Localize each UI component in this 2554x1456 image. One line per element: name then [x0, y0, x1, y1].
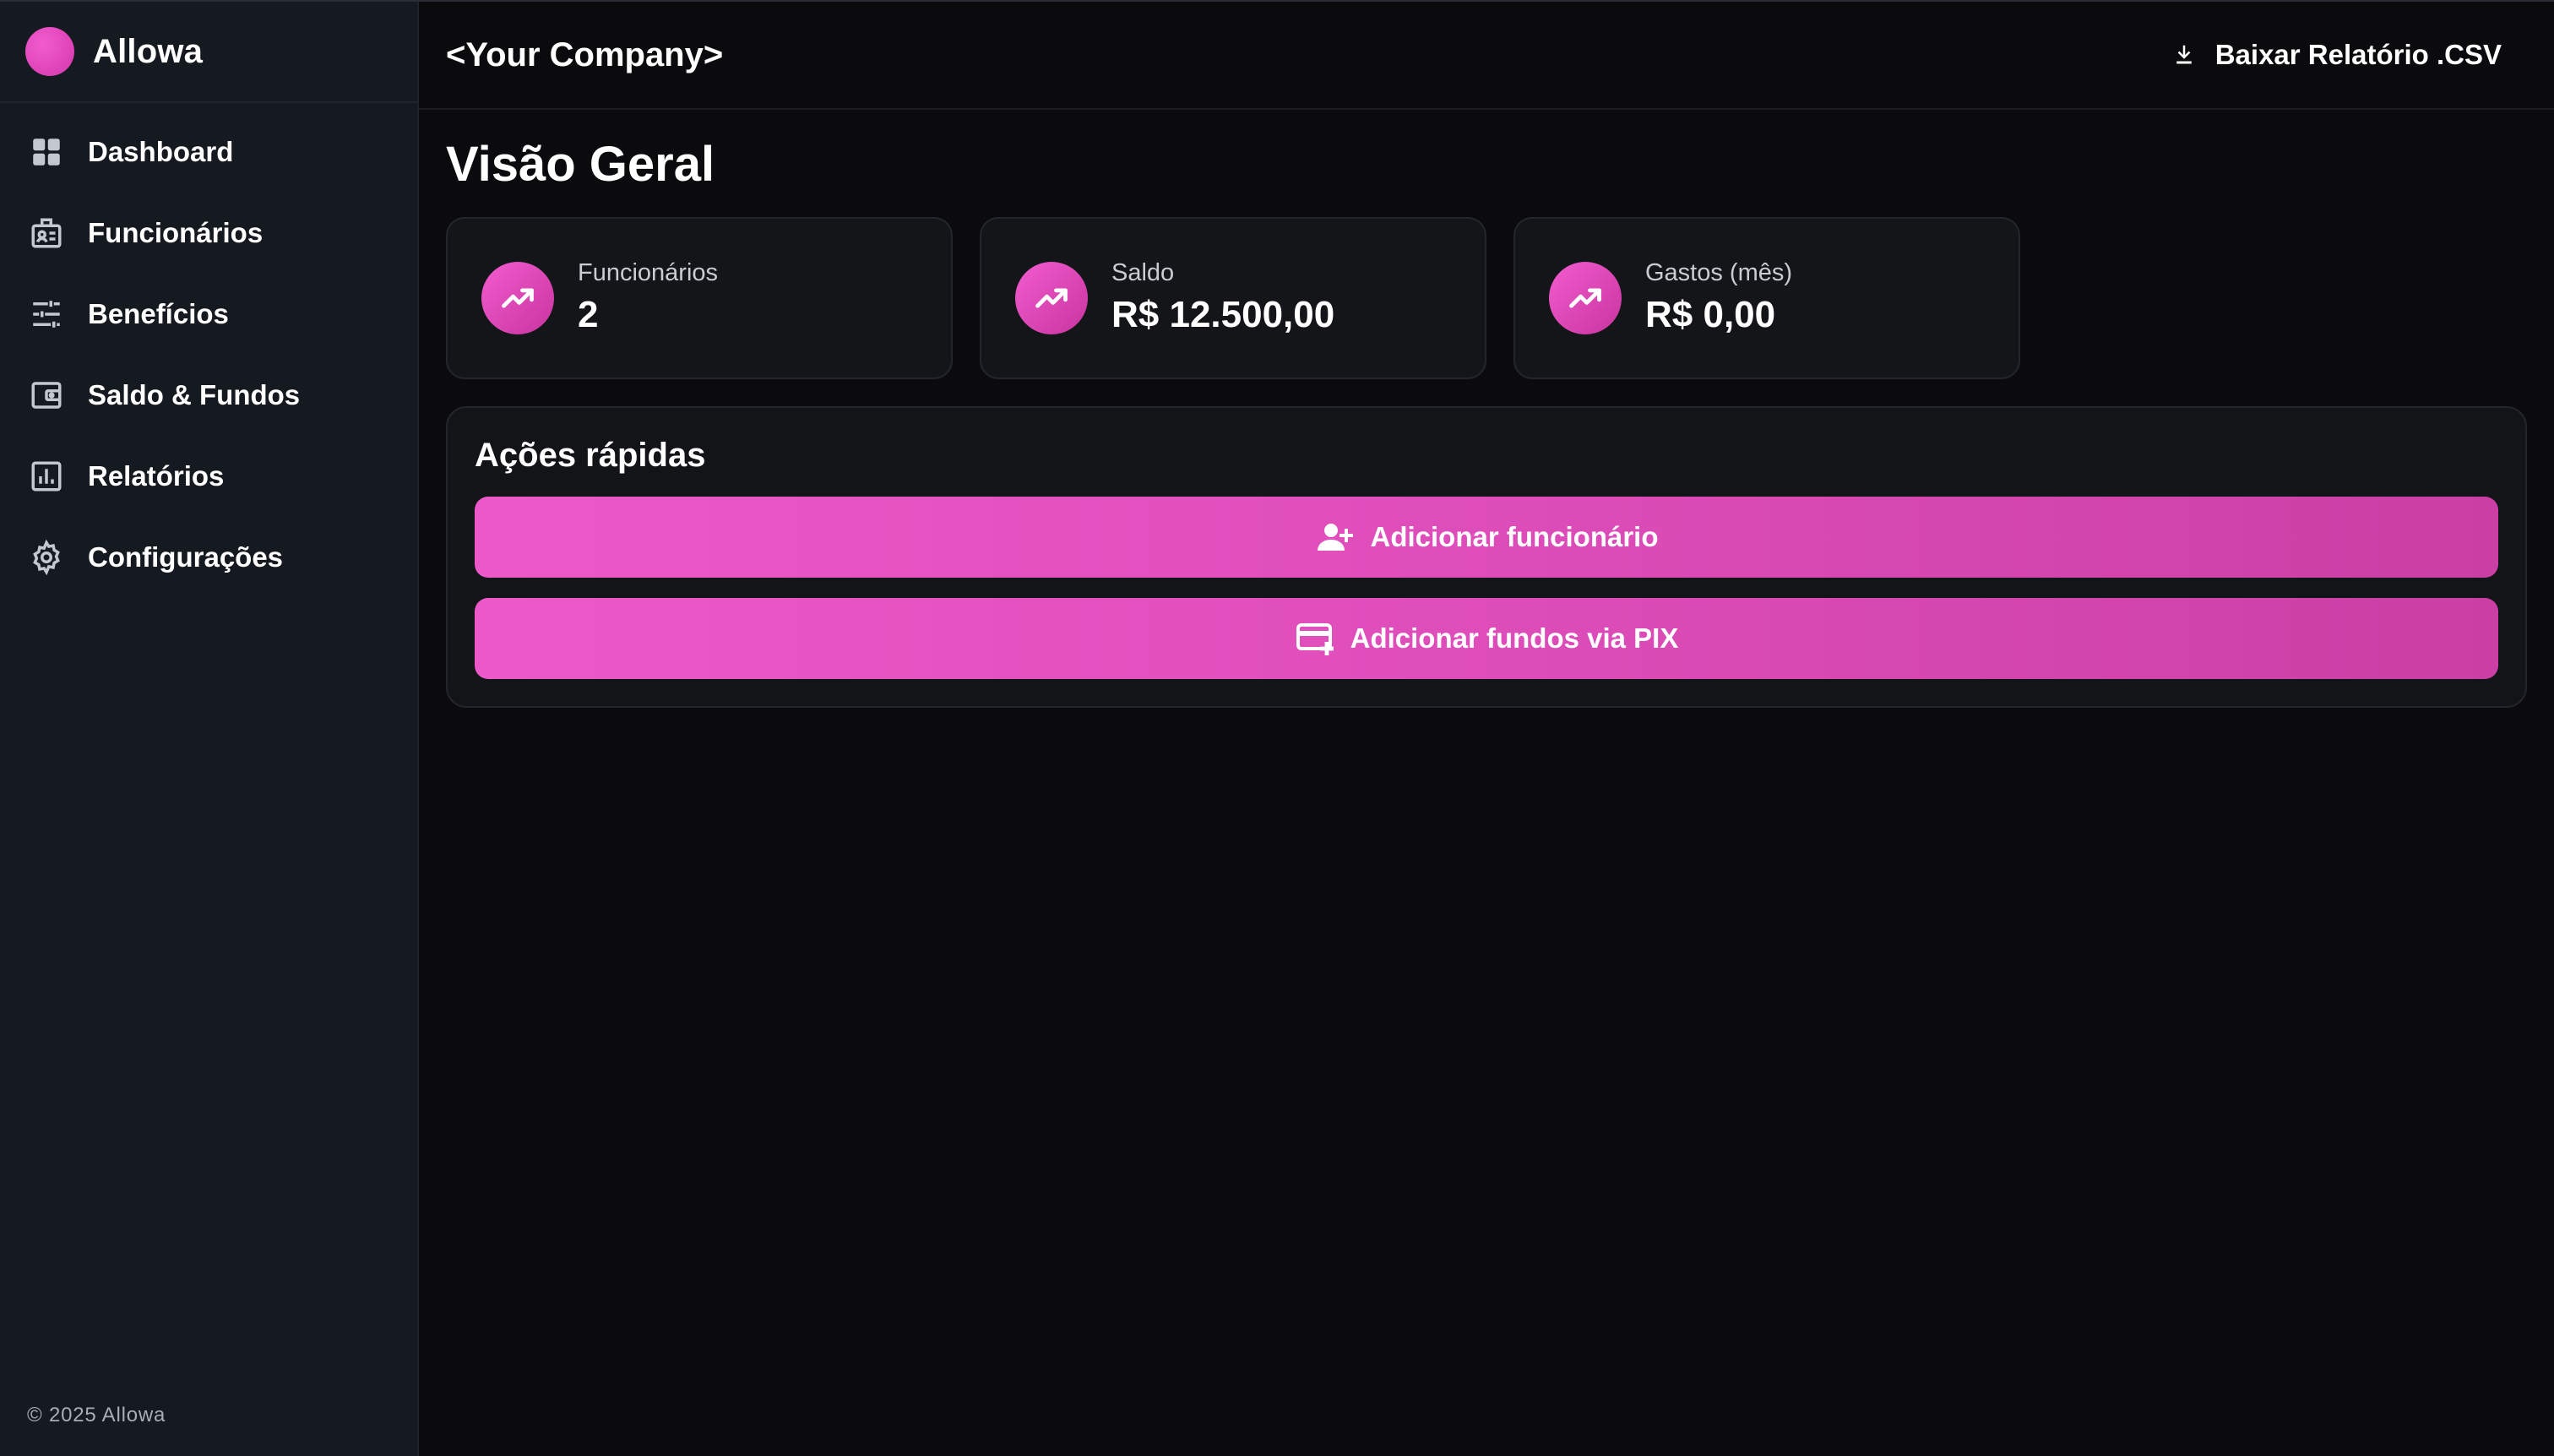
- sidebar-item-label: Funcionários: [88, 217, 264, 248]
- brand-name: Allowa: [93, 32, 204, 70]
- stat-value: R$ 0,00: [1645, 294, 1776, 336]
- wallet-icon: [29, 378, 64, 413]
- stat-card-saldo: Saldo R$ 12.500,00: [980, 216, 1486, 379]
- gear-icon: [29, 540, 64, 575]
- sidebar-item-label: Saldo & Fundos: [88, 379, 301, 410]
- stat-card-gastos: Gastos (mês) R$ 0,00: [1513, 216, 2020, 379]
- stat-label: Funcionários: [578, 259, 719, 287]
- stat-value: R$ 12.500,00: [1111, 294, 1335, 336]
- download-icon: [2176, 45, 2192, 64]
- sidebar-item-label: Relatórios: [88, 460, 225, 492]
- quick-actions-title: Ações rápidas: [475, 436, 706, 474]
- content: Visão Geral Funcionários 2 Saldo R$ 12.5…: [419, 110, 2554, 708]
- card-add-icon: [1296, 622, 1334, 655]
- add-employee-button[interactable]: Adicionar funcionário: [475, 496, 2498, 578]
- company-name: <Your Company>: [446, 35, 724, 73]
- page-title: Visão Geral: [446, 137, 715, 192]
- main-area: <Your Company> Baixar Relatório .CSV Vis…: [419, 2, 2554, 1456]
- sidebar-item-dashboard[interactable]: Dashboard: [0, 111, 417, 193]
- sidebar-item-saldo[interactable]: Saldo & Fundos: [0, 355, 417, 436]
- add-funds-pix-button[interactable]: Adicionar fundos via PIX: [475, 597, 2498, 679]
- trending-up-icon: [481, 261, 554, 334]
- sidebar-item-label: Configurações: [88, 541, 284, 573]
- app-root: Allowa Dashboard Funcionários Benefícios: [0, 0, 2554, 1456]
- sidebar-item-label: Benefícios: [88, 298, 229, 329]
- stat-card-funcionarios: Funcionários 2: [446, 216, 953, 379]
- dashboard-grid-icon: [29, 134, 64, 170]
- sidebar-item-configuracoes[interactable]: Configurações: [0, 517, 417, 598]
- sidebar-item-relatorios[interactable]: Relatórios: [0, 436, 417, 517]
- stats-cards: Funcionários 2 Saldo R$ 12.500,00 Gastos…: [446, 216, 2527, 379]
- brand-logo-icon: [25, 27, 74, 76]
- sidebar-item-beneficios[interactable]: Benefícios: [0, 274, 417, 355]
- sidebar-item-label: Dashboard: [88, 136, 234, 167]
- brand[interactable]: Allowa: [0, 2, 417, 103]
- add-employee-label: Adicionar funcionário: [1370, 520, 1659, 552]
- trending-up-icon: [1015, 261, 1088, 334]
- download-csv-button[interactable]: Baixar Relatório .CSV: [2171, 39, 2502, 71]
- sidebar: Allowa Dashboard Funcionários Benefícios: [0, 2, 419, 1456]
- stat-label: Saldo: [1111, 259, 1175, 287]
- topbar: <Your Company> Baixar Relatório .CSV: [419, 2, 2554, 110]
- sidebar-item-funcionarios[interactable]: Funcionários: [0, 193, 417, 274]
- add-funds-label: Adicionar fundos via PIX: [1350, 622, 1679, 654]
- quick-actions-panel: Ações rápidas Adicionar funcionário Adic…: [446, 405, 2527, 708]
- trending-up-icon: [1549, 261, 1622, 334]
- sidebar-footer: © 2025 Allowa: [27, 1404, 166, 1426]
- download-csv-label: Baixar Relatório .CSV: [2214, 39, 2502, 70]
- bar-chart-icon: [29, 459, 64, 494]
- sliders-icon: [29, 296, 64, 332]
- stat-label: Gastos (mês): [1645, 259, 1793, 287]
- person-add-icon: [1318, 523, 1354, 551]
- sidebar-nav: Dashboard Funcionários Benefícios Saldo …: [0, 103, 417, 598]
- badge-icon: [29, 215, 64, 251]
- stat-value: 2: [578, 294, 599, 336]
